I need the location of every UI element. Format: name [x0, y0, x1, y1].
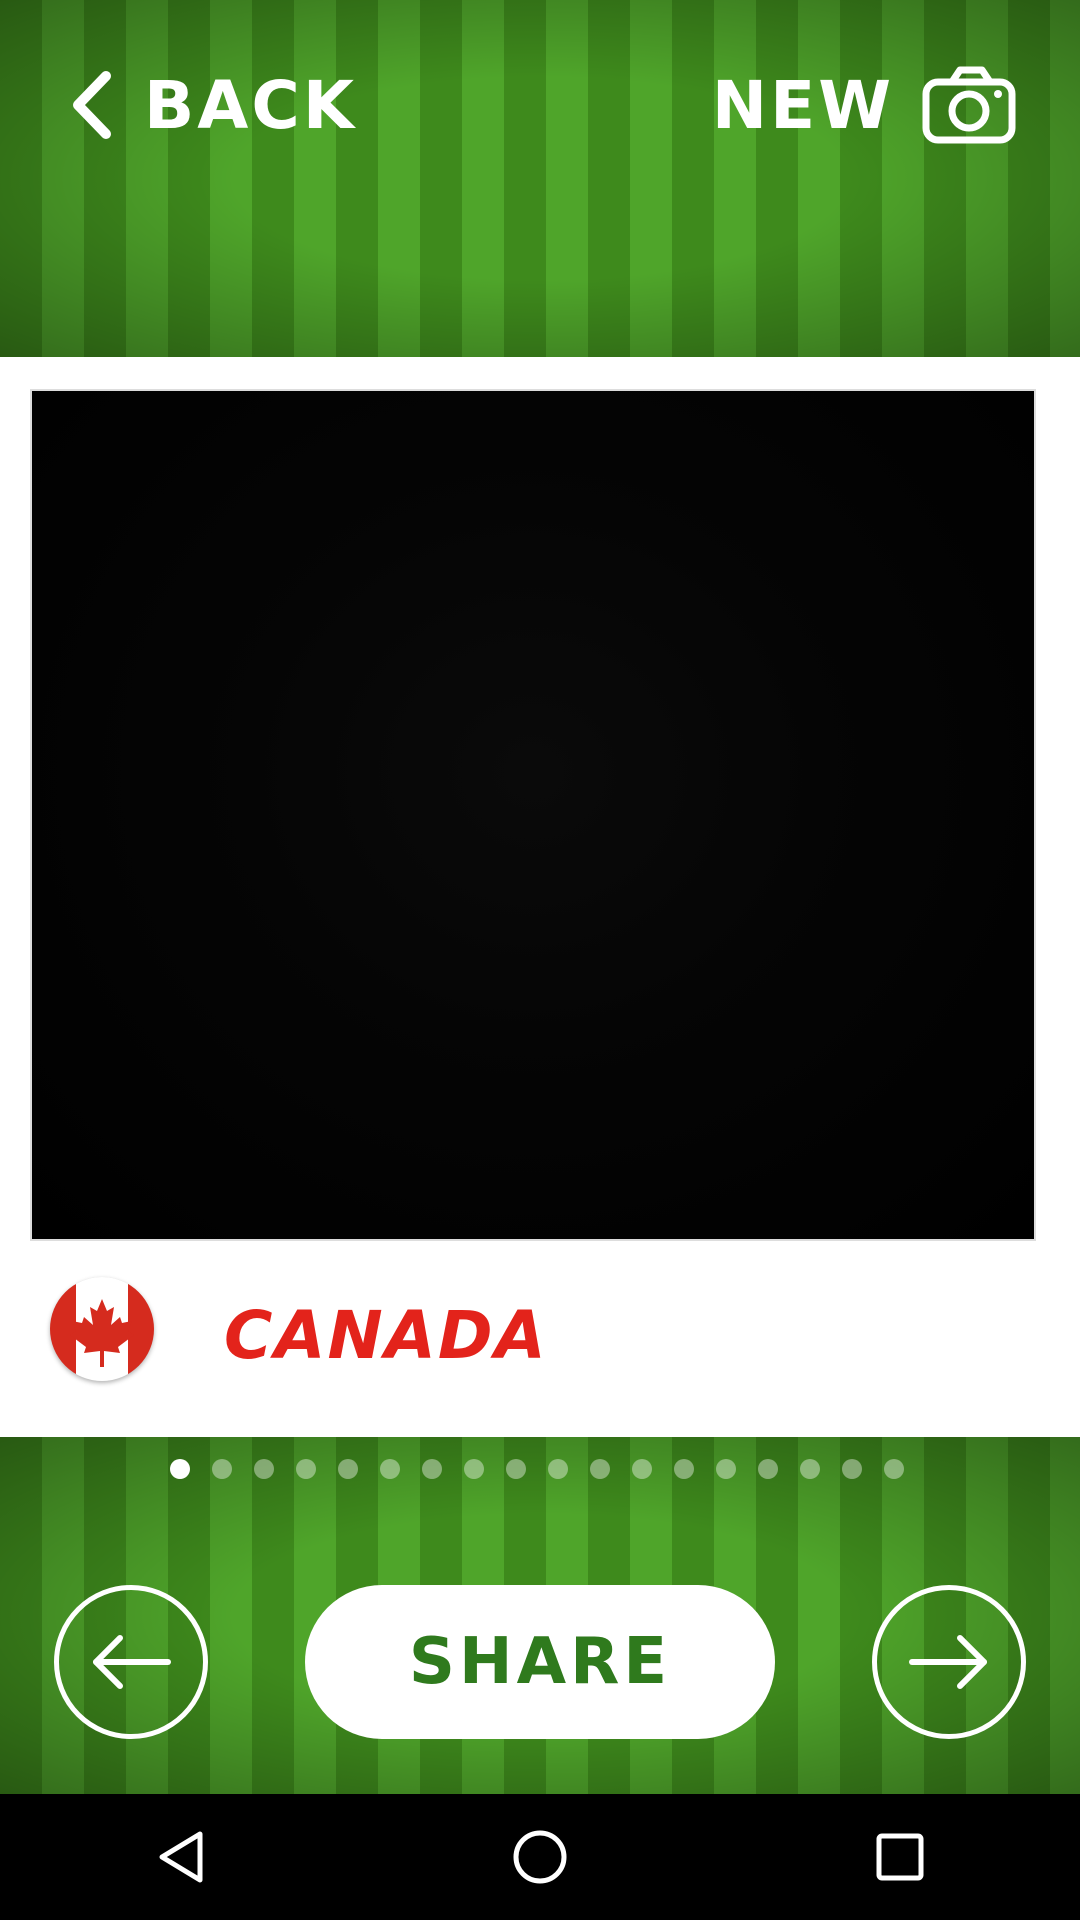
nav-recents-button[interactable]	[870, 1827, 930, 1887]
page-dot[interactable]	[800, 1459, 820, 1479]
page-indicator	[170, 1459, 926, 1479]
back-button[interactable]: BACK	[70, 66, 360, 144]
page-dot[interactable]	[464, 1459, 484, 1479]
page-dot[interactable]	[884, 1459, 904, 1479]
previous-button[interactable]	[54, 1585, 208, 1739]
page-dot[interactable]	[212, 1459, 232, 1479]
nav-home-button[interactable]	[510, 1827, 570, 1887]
share-label: SHARE	[408, 1625, 672, 1699]
photo-frame[interactable]	[30, 389, 1036, 1241]
page-dot[interactable]	[716, 1459, 736, 1479]
page-dot[interactable]	[338, 1459, 358, 1479]
content-panel: CANADA	[0, 357, 1080, 1437]
page-dot[interactable]	[380, 1459, 400, 1479]
arrow-right-icon	[909, 1635, 987, 1689]
nav-back-button[interactable]	[150, 1827, 210, 1887]
next-button[interactable]	[872, 1585, 1026, 1739]
top-bar: BACK NEW	[0, 0, 1080, 357]
new-photo-button[interactable]: NEW	[712, 66, 1016, 144]
back-label: BACK	[144, 66, 357, 144]
bottom-bar: SHARE	[0, 1437, 1080, 1794]
chevron-left-icon	[73, 71, 111, 139]
system-navigation-bar	[0, 1794, 1080, 1920]
camera-icon	[922, 66, 1016, 144]
page-dot[interactable]	[422, 1459, 442, 1479]
page-dot[interactable]	[674, 1459, 694, 1479]
arrow-left-icon	[93, 1635, 171, 1689]
page-dot[interactable]	[632, 1459, 652, 1479]
page-dot[interactable]	[758, 1459, 778, 1479]
page-dot[interactable]	[590, 1459, 610, 1479]
page-dot[interactable]	[254, 1459, 274, 1479]
canada-flag-icon	[50, 1277, 154, 1381]
page-dot[interactable]	[548, 1459, 568, 1479]
nav-back-icon	[159, 1831, 203, 1883]
share-button[interactable]: SHARE	[305, 1585, 775, 1739]
page-dot[interactable]	[170, 1459, 190, 1479]
page-dot[interactable]	[296, 1459, 316, 1479]
nav-recents-icon	[876, 1833, 924, 1881]
page-dot[interactable]	[842, 1459, 862, 1479]
country-name: CANADA	[224, 1297, 548, 1374]
nav-home-icon	[513, 1830, 567, 1884]
new-label: NEW	[711, 66, 894, 144]
page-dot[interactable]	[506, 1459, 526, 1479]
